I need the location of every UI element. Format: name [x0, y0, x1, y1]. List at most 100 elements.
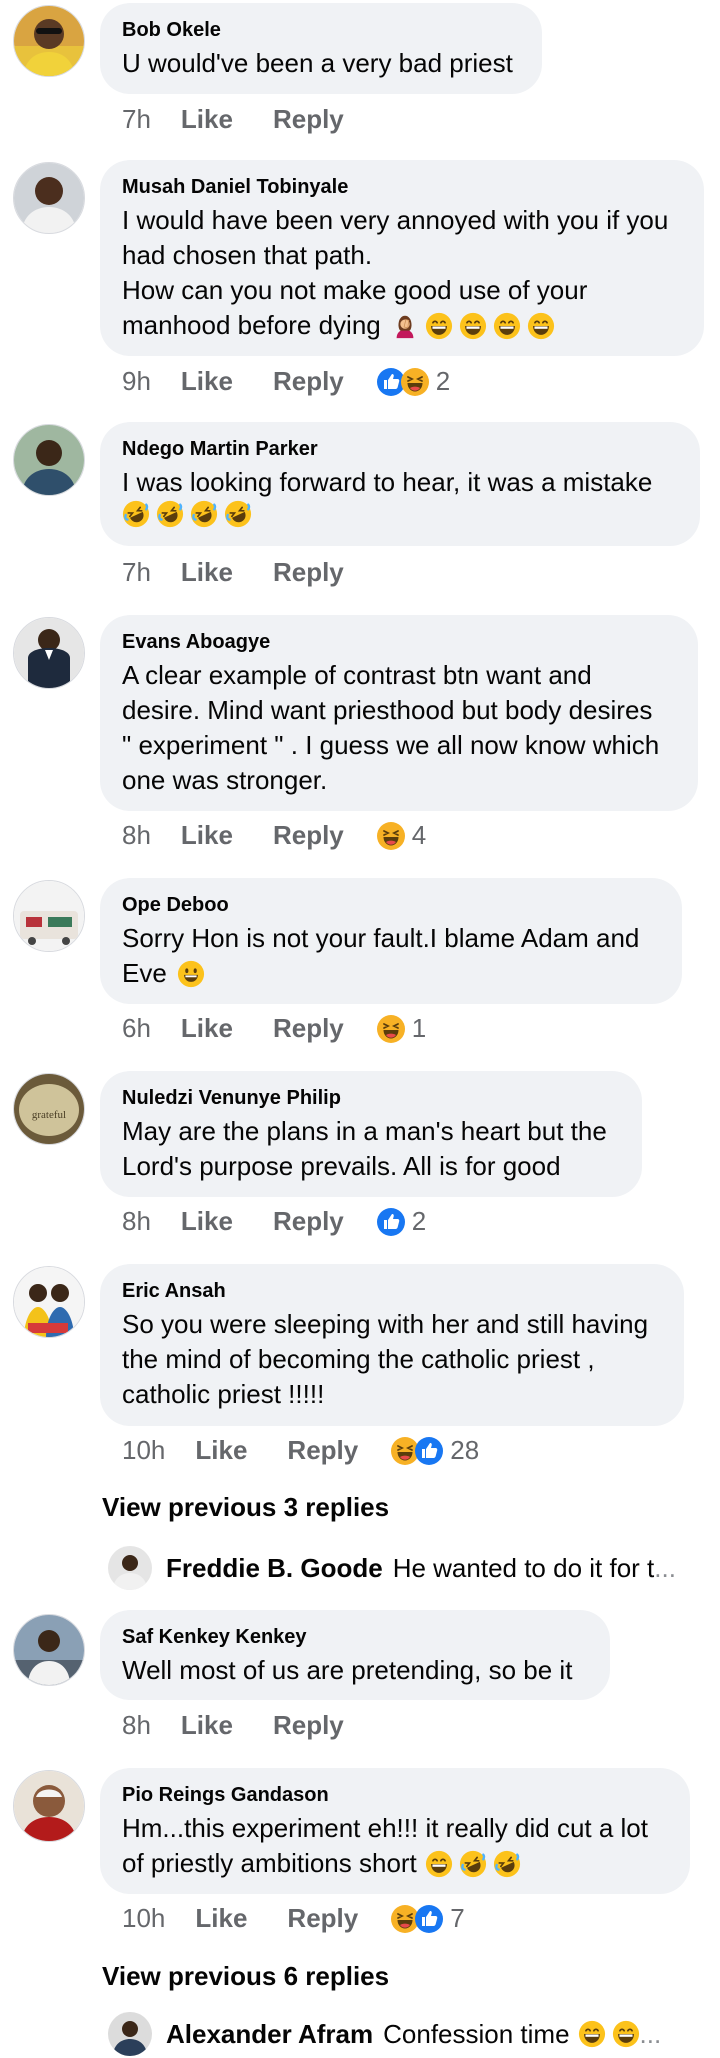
avatar[interactable] — [108, 1546, 152, 1590]
thumbs-up-icon — [376, 1207, 406, 1237]
reply-button[interactable]: Reply — [273, 104, 344, 135]
grinning-emoji-icon — [459, 312, 487, 340]
like-button[interactable]: Like — [181, 1013, 233, 1044]
reaction-count: 28 — [450, 1435, 480, 1465]
truncation-ellipsis: ... — [639, 2018, 662, 2049]
thumbs-up-icon — [414, 1436, 444, 1466]
timestamp[interactable]: 9h — [122, 366, 151, 397]
comment-meta: 6h Like Reply 1 — [122, 1013, 426, 1044]
comment-emoji-line — [122, 500, 678, 528]
rofl-emoji-icon — [122, 500, 150, 528]
avatar[interactable] — [13, 880, 85, 952]
rofl-emoji-icon — [156, 500, 184, 528]
reaction-summary[interactable]: 2 — [376, 366, 450, 397]
grinning-emoji-icon — [493, 312, 521, 340]
reply-preview[interactable]: Freddie B. Goode He wanted to do it for … — [108, 1546, 716, 1590]
commenter-name[interactable]: Saf Kenkey Kenkey — [122, 1626, 588, 1649]
grinning-emoji-icon — [612, 2020, 640, 2048]
reply-preview[interactable]: Alexander Afram Confession time ... — [108, 2012, 716, 2056]
comment-meta: 10h Like Reply 28 — [122, 1435, 479, 1466]
comment-text: Lord's purpose prevails. All is for good — [122, 1151, 561, 1181]
comment-meta: 9h Like Reply 2 — [122, 366, 450, 397]
avatar[interactable]: grateful — [13, 1073, 85, 1145]
like-button[interactable]: Like — [181, 104, 233, 135]
smiley-emoji-icon — [177, 960, 205, 988]
timestamp[interactable]: 8h — [122, 1710, 151, 1741]
reply-button[interactable]: Reply — [273, 557, 344, 588]
comment-text: Well most of us are pretending, so be it — [122, 1655, 573, 1685]
view-previous-replies-link[interactable]: View previous 3 replies — [102, 1492, 389, 1523]
commenter-name[interactable]: Musah Daniel Tobinyale — [122, 176, 682, 199]
comment-meta: 8h Like Reply 2 — [122, 1206, 426, 1237]
rofl-emoji-icon — [190, 500, 218, 528]
comment-bubble: Bob Okele U would've been a very bad pri… — [100, 3, 542, 94]
timestamp[interactable]: 7h — [122, 557, 151, 588]
timestamp[interactable]: 10h — [122, 1903, 165, 1934]
reply-button[interactable]: Reply — [287, 1903, 358, 1934]
comment-text: desire. Mind want priesthood but body de… — [122, 695, 653, 725]
avatar[interactable] — [13, 1770, 85, 1842]
reply-button[interactable]: Reply — [273, 820, 344, 851]
reply-text: He wanted to do it for t — [392, 1552, 655, 1583]
avatar[interactable] — [13, 424, 85, 496]
reaction-count: 4 — [411, 820, 427, 850]
comment-text: May are the plans in a man's heart but t… — [122, 1116, 607, 1146]
reply-button[interactable]: Reply — [273, 1710, 344, 1741]
reply-button[interactable]: Reply — [287, 1435, 358, 1466]
avatar[interactable] — [108, 2012, 152, 2056]
comment-text: A clear example of contrast btn want and — [122, 660, 592, 690]
haha-emoji-icon — [376, 821, 406, 851]
truncation-ellipsis: ... — [654, 1552, 676, 1583]
commenter-name[interactable]: Bob Okele — [122, 19, 520, 42]
comment-text: the mind of becoming the catholic priest… — [122, 1344, 595, 1374]
like-button[interactable]: Like — [181, 820, 233, 851]
like-button[interactable]: Like — [195, 1435, 247, 1466]
commenter-name[interactable]: Ope Deboo — [122, 894, 660, 917]
like-button[interactable]: Like — [181, 1710, 233, 1741]
reply-button[interactable]: Reply — [273, 1013, 344, 1044]
timestamp[interactable]: 7h — [122, 104, 151, 135]
thumbs-up-icon — [414, 1904, 444, 1934]
commenter-name[interactable]: Evans Aboagye — [122, 631, 676, 654]
timestamp[interactable]: 10h — [122, 1435, 165, 1466]
avatar[interactable] — [13, 162, 85, 234]
reaction-summary[interactable]: 28 — [390, 1435, 479, 1466]
avatar[interactable] — [13, 1266, 85, 1338]
avatar[interactable] — [13, 1614, 85, 1686]
comment-bubble: Ope Deboo Sorry Hon is not your fault.I … — [100, 878, 682, 1004]
like-button[interactable]: Like — [181, 1206, 233, 1237]
comment-text: " experiment " . I guess we all now know… — [122, 730, 660, 760]
like-button[interactable]: Like — [195, 1903, 247, 1934]
timestamp[interactable]: 8h — [122, 820, 151, 851]
grinning-emoji-icon — [425, 312, 453, 340]
timestamp[interactable]: 8h — [122, 1206, 151, 1237]
grinning-emoji-icon — [578, 2020, 606, 2048]
commenter-name[interactable]: Eric Ansah — [122, 1280, 662, 1303]
commenter-name[interactable]: Pio Reings Gandason — [122, 1784, 668, 1807]
comment-text: I was looking forward to hear, it was a … — [122, 467, 653, 497]
like-button[interactable]: Like — [181, 557, 233, 588]
commenter-name[interactable]: Nuledzi Venunye Philip — [122, 1087, 620, 1110]
comment-text: Sorry Hon is not your fault.I blame Adam… — [122, 923, 640, 953]
grinning-emoji-icon — [425, 1850, 453, 1878]
comment-bubble: Nuledzi Venunye Philip May are the plans… — [100, 1071, 642, 1197]
reaction-summary[interactable]: 4 — [376, 820, 426, 851]
comment-text-line: of priestly ambitions short — [122, 1848, 417, 1878]
avatar[interactable] — [13, 5, 85, 77]
like-button[interactable]: Like — [181, 366, 233, 397]
reply-text: Confession time — [383, 2018, 570, 2049]
reply-button[interactable]: Reply — [273, 366, 344, 397]
comment-meta: 10h Like Reply 7 — [122, 1903, 465, 1934]
reply-author[interactable]: Alexander Afram — [166, 2019, 373, 2050]
reply-author[interactable]: Freddie B. Goode — [166, 1553, 383, 1584]
comment-meta: 8h Like Reply — [122, 1710, 384, 1741]
avatar[interactable] — [13, 617, 85, 689]
reply-button[interactable]: Reply — [273, 1206, 344, 1237]
reaction-summary[interactable]: 7 — [390, 1903, 465, 1934]
view-previous-replies-link[interactable]: View previous 6 replies — [102, 1961, 389, 1992]
comment-text: Eve — [122, 956, 660, 991]
reaction-summary[interactable]: 2 — [376, 1206, 426, 1237]
timestamp[interactable]: 6h — [122, 1013, 151, 1044]
commenter-name[interactable]: Ndego Martin Parker — [122, 438, 678, 461]
reaction-summary[interactable]: 1 — [376, 1013, 426, 1044]
